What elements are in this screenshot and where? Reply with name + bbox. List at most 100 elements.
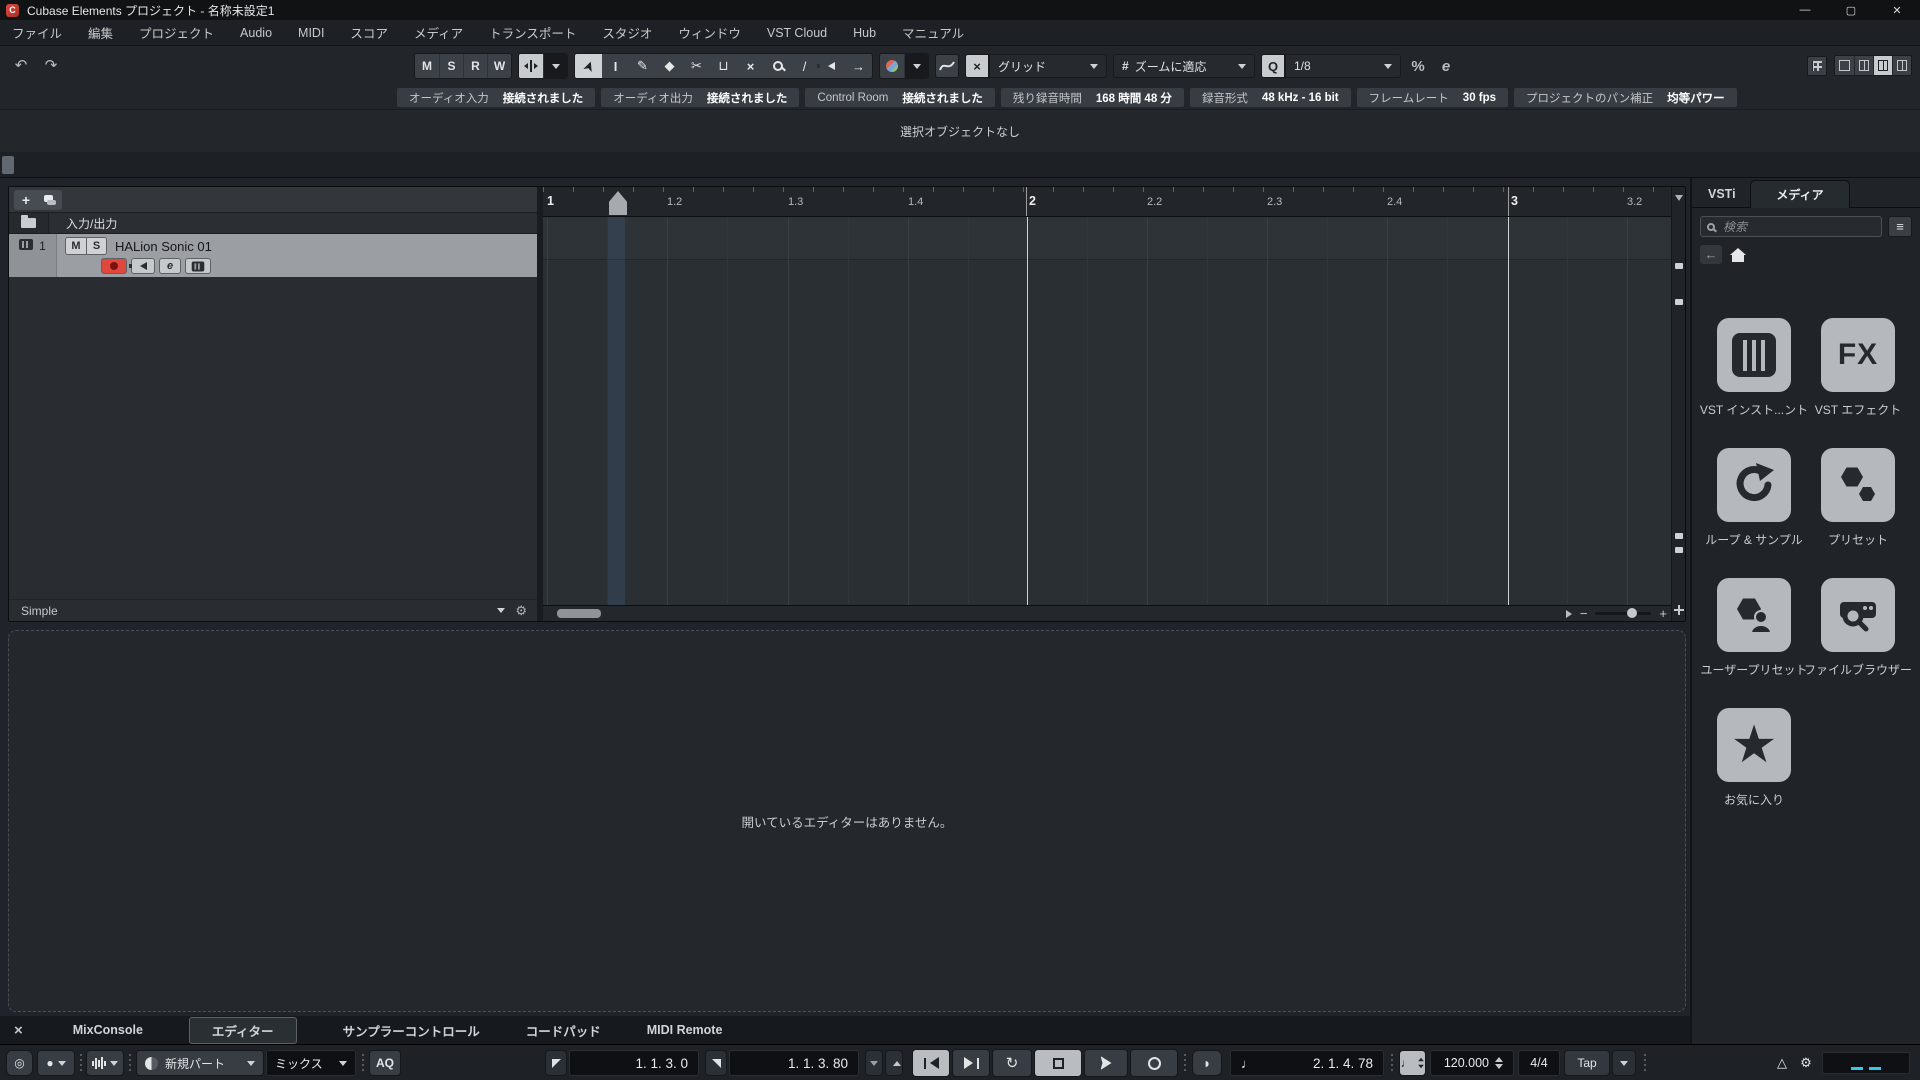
goto-next-marker-button[interactable] <box>952 1049 990 1077</box>
vzoom-preset-dot[interactable] <box>1675 547 1683 553</box>
line-tool[interactable]: / <box>791 54 818 78</box>
split-tool[interactable]: ✂ <box>683 54 710 78</box>
menu-window[interactable]: ウィンドウ <box>678 23 741 42</box>
project-overview-strip[interactable] <box>0 152 1920 178</box>
punch-out-icon[interactable] <box>885 1050 903 1076</box>
autoscroll-options-caret[interactable] <box>543 54 567 78</box>
audio-record-mode-dropdown[interactable] <box>86 1050 124 1076</box>
edit-channel-button[interactable]: e <box>159 258 181 274</box>
media-search-box[interactable] <box>1700 216 1882 237</box>
vscroll-thumb[interactable] <box>1675 263 1683 269</box>
media-tile-favorites[interactable]: ★ お気に入り <box>1702 708 1806 808</box>
frame-rate[interactable]: フレームレート 30 fps <box>1356 88 1509 107</box>
zoom-slider-thumb[interactable] <box>1627 608 1638 618</box>
record-enable-button[interactable] <box>101 258 127 274</box>
menu-edit[interactable]: 編集 <box>88 23 113 42</box>
play-button[interactable] <box>1084 1049 1128 1077</box>
left-locator-display[interactable]: 1. 1. 3. 0 <box>569 1050 699 1076</box>
tab-chord-pads[interactable]: コードパッド <box>526 1021 601 1040</box>
playhead-marker[interactable] <box>609 191 627 215</box>
menu-media[interactable]: メディア <box>414 23 463 42</box>
maximize-button[interactable]: ▢ <box>1828 0 1874 20</box>
time-format-note-icon[interactable]: ♩ <box>1241 1056 1255 1071</box>
media-tile-user-presets[interactable]: ユーザープリセット <box>1700 578 1808 678</box>
media-tile-loops-samples[interactable]: ループ & サンプル <box>1702 448 1806 548</box>
undo-icon[interactable]: ↶ <box>10 54 32 76</box>
color-menu-icon[interactable] <box>880 54 904 78</box>
tab-midi-remote[interactable]: MIDI Remote <box>647 1023 723 1037</box>
stop-button[interactable] <box>1034 1049 1082 1077</box>
tap-options-caret[interactable] <box>1612 1050 1636 1076</box>
draw-tool[interactable]: ✎ <box>629 54 656 78</box>
color-menu-caret[interactable] <box>904 54 928 78</box>
transport-settings-gear-icon[interactable]: ⚙ <box>1794 1050 1818 1076</box>
right-zone-toggle[interactable] <box>1892 56 1911 75</box>
track-solo-button[interactable]: S <box>86 238 106 254</box>
record-part-mode-dropdown[interactable]: 新規パート <box>136 1050 264 1076</box>
zoom-slider[interactable] <box>1595 608 1652 618</box>
part-mix-dropdown[interactable]: ミックス <box>266 1050 356 1076</box>
audio-input-status[interactable]: オーディオ入力 接続されました <box>397 88 596 107</box>
inspector-zone-toggle[interactable] <box>1835 56 1854 75</box>
hscroll-thumb[interactable] <box>557 609 601 618</box>
autoscroll-icon[interactable] <box>519 54 543 78</box>
left-zone-toggle[interactable] <box>1854 56 1873 75</box>
scroll-right-icon[interactable] <box>1565 609 1572 618</box>
tap-tempo-button[interactable]: Tap <box>1564 1050 1610 1076</box>
menu-vst-cloud[interactable]: VST Cloud <box>767 26 827 40</box>
track-name[interactable]: HALion Sonic 01 <box>115 239 212 254</box>
quantize-panel-icon[interactable]: e <box>1435 55 1457 77</box>
tempo-spinner[interactable] <box>1495 1057 1503 1069</box>
vzoom-preset-dot[interactable] <box>1675 533 1683 539</box>
zoom-tool[interactable] <box>764 54 791 78</box>
overview-thumb[interactable] <box>2 156 14 174</box>
right-locator-display[interactable]: 1. 1. 3. 80 <box>729 1050 859 1076</box>
monitor-button[interactable] <box>128 258 155 274</box>
menu-audio[interactable]: Audio <box>240 26 272 40</box>
grid-type-dropdown[interactable]: # ズームに適応 <box>1113 54 1255 78</box>
preset-caret-icon[interactable] <box>497 608 506 613</box>
menu-manual[interactable]: マニュアル <box>902 23 964 42</box>
time-signature-display[interactable]: 4/4 <box>1518 1050 1560 1076</box>
media-tile-presets[interactable]: プリセット <box>1806 448 1910 548</box>
object-selection-tool[interactable]: ➤ <box>575 54 602 78</box>
left-locator-flag-icon[interactable] <box>545 1050 567 1076</box>
io-channels-row[interactable]: 入力/出力 <box>9 213 537 234</box>
track-mute-button[interactable]: M <box>66 238 86 254</box>
tempo-track-toggle[interactable]: ♩ <box>1399 1050 1426 1076</box>
tab-sampler-control[interactable]: サンプラーコントロール <box>343 1021 480 1040</box>
zoom-out-icon[interactable]: − <box>1580 607 1588 620</box>
tab-vsti[interactable]: VSTi <box>1708 187 1736 201</box>
lower-zone-toggle[interactable] <box>1873 56 1892 75</box>
quantize-preset-dropdown[interactable]: 1/8 <box>1285 54 1401 78</box>
glue-tool[interactable]: ⊔ <box>710 54 737 78</box>
close-lower-zone-icon[interactable]: × <box>14 1022 23 1039</box>
metronome-icon[interactable]: △ <box>1770 1050 1794 1076</box>
mute-all-button[interactable]: M <box>415 54 439 78</box>
edit-instrument-button[interactable] <box>185 258 211 274</box>
media-tile-file-browser[interactable]: ファイルブラウザー <box>1804 578 1912 678</box>
setup-toolbar-icon[interactable] <box>1807 55 1827 76</box>
auto-quantize-button[interactable]: AQ <box>369 1050 401 1076</box>
media-back-button[interactable]: ← <box>1700 245 1722 264</box>
media-tile-vst-effects[interactable]: FX VST エフェクト <box>1806 318 1910 418</box>
play-tool[interactable] <box>817 54 845 78</box>
menu-hub[interactable]: Hub <box>853 26 876 40</box>
goto-previous-marker-button[interactable] <box>912 1049 950 1077</box>
automation-curve-icon[interactable] <box>935 54 959 78</box>
snap-type-dropdown[interactable]: グリッド <box>989 54 1107 78</box>
iterative-quantize-icon[interactable]: % <box>1407 55 1429 77</box>
add-track-button[interactable]: + <box>14 190 38 210</box>
vertical-scrollbar[interactable] <box>1671 187 1685 621</box>
read-automation-button[interactable]: R <box>463 54 487 78</box>
minimize-button[interactable]: — <box>1782 0 1828 20</box>
pan-law[interactable]: プロジェクトのパン補正 均等パワー <box>1514 88 1737 107</box>
vzoom-handle[interactable] <box>1675 299 1683 305</box>
zoom-in-icon[interactable]: + <box>1659 607 1667 620</box>
mute-tool[interactable]: × <box>737 54 764 78</box>
cycle-button[interactable]: ↻ <box>992 1049 1032 1077</box>
tempo-display[interactable]: 120.000 <box>1430 1050 1514 1076</box>
write-automation-button[interactable]: W <box>487 54 511 78</box>
midi-record-mode-dropdown[interactable]: ● <box>37 1050 75 1076</box>
menu-scores[interactable]: スコア <box>350 23 388 42</box>
